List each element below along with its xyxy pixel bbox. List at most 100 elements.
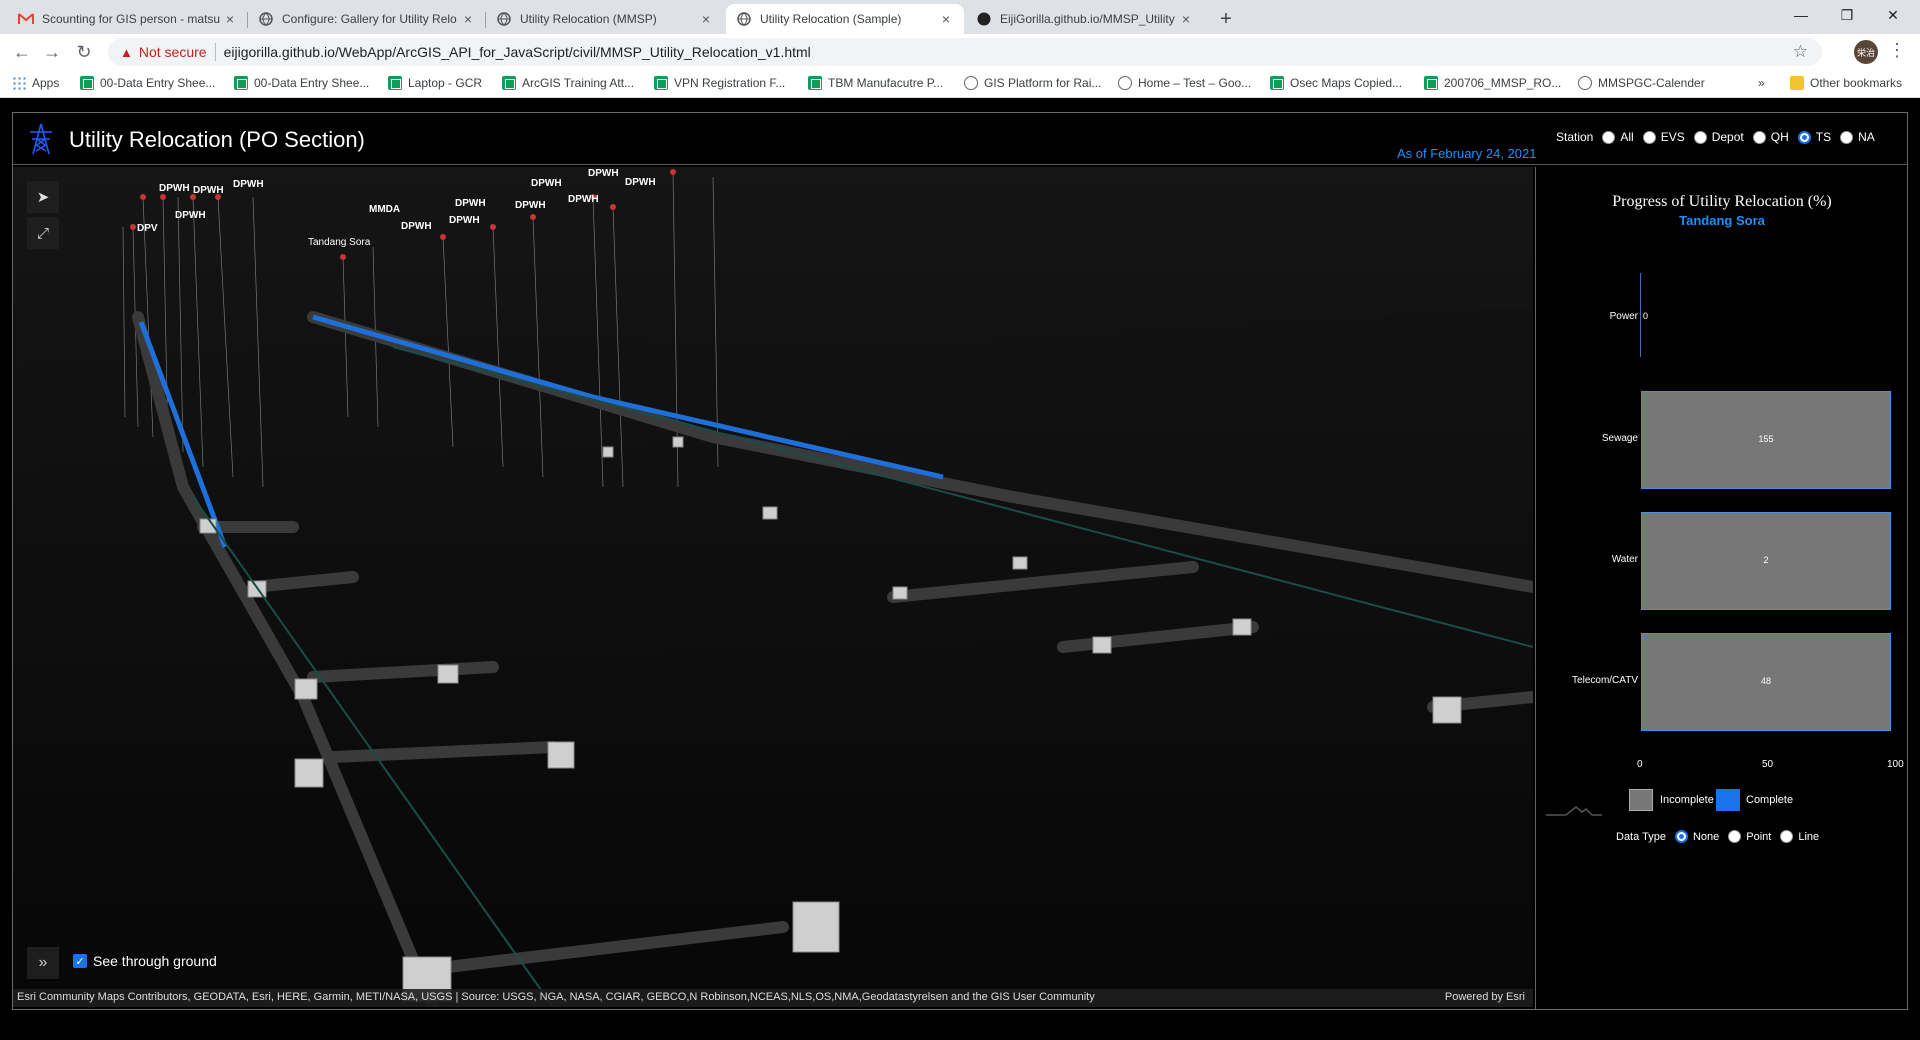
back-icon[interactable]: ← [10,40,34,64]
reload-icon[interactable]: ↻ [72,40,96,64]
other-bookmarks[interactable]: Other bookmarks [1790,76,1902,90]
sheets-icon [808,76,822,90]
category-label-sewage: Sewage [1601,433,1638,444]
bookmark-item[interactable]: Home – Test – Goo... [1118,76,1251,90]
bookmark-item[interactable]: 200706_MMSP_RO... [1424,76,1561,90]
station-radio-ts[interactable] [1797,130,1811,144]
browser-tab-strip: Scounting for GIS person - matsu × Confi… [0,0,1920,34]
bookmark-item[interactable]: GIS Platform for Rai... [964,76,1101,90]
not-secure-label[interactable]: Not secure [139,44,207,60]
new-tab-button[interactable]: + [1213,6,1239,32]
power-tower-icon [30,123,52,155]
as-of-date: As of February 24, 2021 [1397,146,1537,161]
sheets-icon [1270,76,1284,90]
browser-tab[interactable]: EijiGorilla.github.io/MMSP_Utility × [966,4,1204,34]
address-bar[interactable]: ▲ Not secure eijigorilla.github.io/WebAp… [108,38,1822,66]
close-icon[interactable]: × [938,11,954,27]
axis-tick: 0 [1637,759,1643,770]
axis-tick: 100 [1887,759,1904,770]
browser-menu-icon[interactable]: ⋮ [1888,40,1906,64]
data-type-radio-line[interactable] [1780,830,1794,843]
chart-title: Progress of Utility Relocation (%) [1612,193,1832,210]
station-label: Station [1556,130,1594,144]
water-bar[interactable]: 2 [1641,512,1891,610]
station-radio-evs[interactable] [1642,130,1656,144]
progress-panel: Progress of Utility Relocation (%) Tanda… [1535,167,1907,1009]
close-icon[interactable]: × [1178,11,1194,27]
station-map-label: Tandang Sora [308,237,371,248]
map-label: DPWH [625,177,656,188]
bookmark-apps[interactable]: Apps [12,76,59,90]
checkbox-icon[interactable]: ✓ [73,954,87,968]
bookmark-item[interactable]: Osec Maps Copied... [1270,76,1402,90]
map-label: DPV [137,223,158,234]
apps-icon [12,76,26,90]
close-icon[interactable]: × [698,11,714,27]
telecom-bar[interactable]: 48 [1641,633,1891,731]
url-text[interactable]: eijigorilla.github.io/WebApp/ArcGIS_API_… [224,44,811,60]
bookmark-item[interactable]: TBM Manufacutre P... [808,76,943,90]
legend-incomplete-swatch [1629,789,1653,811]
window-close-icon[interactable]: ✕ [1870,0,1916,30]
powered-by[interactable]: Powered by Esri [1445,991,1525,1003]
sewage-bar[interactable]: 155 [1641,391,1891,489]
map-label: DPWH [455,198,486,209]
navigation-toggle-icon[interactable]: ➤ [27,181,59,213]
bookmark-item[interactable]: Laptop - GCR [388,76,482,90]
minimize-icon[interactable]: — [1778,0,1824,30]
close-icon[interactable]: × [222,11,238,27]
station-radio-depot[interactable] [1693,130,1707,144]
sheets-icon [654,76,668,90]
bookmark-item[interactable]: VPN Registration F... [654,76,785,90]
map-label: DPWH [233,179,264,190]
browser-tab[interactable]: Scounting for GIS person - matsu × [8,4,248,34]
sheets-icon [234,76,248,90]
bookmark-item[interactable]: 00-Data Entry Shee... [80,76,215,90]
profile-avatar[interactable]: 栄治 [1854,40,1878,64]
restore-icon[interactable]: ❐ [1824,0,1870,30]
power-value: 0 [1643,311,1649,321]
github-icon [976,11,992,27]
close-icon[interactable]: × [460,11,476,27]
more-bookmarks-button[interactable]: » [1758,76,1765,90]
data-type-radio-point[interactable] [1728,830,1742,843]
bookmark-item[interactable]: MMSPGC-Calender [1578,76,1705,90]
category-label-water: Water [1611,554,1638,565]
station-radio-qh[interactable] [1752,130,1766,144]
elevation-profile-icon [1546,806,1602,816]
station-radio-all[interactable] [1602,130,1616,144]
map-label: DPWH [588,168,619,179]
category-label-power: Power [1609,311,1638,322]
link-icon [1578,76,1592,90]
map-label: DPWH [401,221,432,232]
bookmark-item[interactable]: ArcGIS Training Att... [502,76,634,90]
gear-icon [1118,76,1132,90]
bookmark-item[interactable]: 00-Data Entry Shee... [234,76,369,90]
browser-tab[interactable]: Utility Relocation (MMSP) × [486,4,724,34]
expand-icon[interactable]: » [27,947,59,979]
scene-view[interactable]: DPWH DPWH DPWH DPWH DPV MMDA DPWH DPWH D… [13,167,1533,1007]
map-label: DPWH [159,183,190,194]
data-type-radio-none[interactable] [1674,830,1688,843]
globe-icon [964,76,978,90]
legend-incomplete: Incomplete [1660,794,1714,806]
forward-icon[interactable]: → [40,40,64,64]
folder-icon [1790,76,1804,90]
power-bar[interactable] [1640,273,1641,357]
sheets-icon [502,76,516,90]
sheets-icon [1424,76,1438,90]
see-through-ground-toggle[interactable]: ✓ See through ground [73,953,217,969]
station-radio-na[interactable] [1840,130,1854,144]
browser-tab-active[interactable]: Utility Relocation (Sample) × [726,4,964,34]
map-label: DPWH [193,185,224,196]
fullscreen-icon[interactable]: ⤢ [27,217,59,249]
browser-tab[interactable]: Configure: Gallery for Utility Relo × [248,4,486,34]
browser-toolbar: ← → ↻ ▲ Not secure eijigorilla.github.io… [0,34,1920,70]
map-label: DPWH [175,210,206,221]
legend-complete: Complete [1746,794,1794,806]
bookmarks-bar: Apps 00-Data Entry Shee... 00-Data Entry… [0,70,1920,98]
bookmark-star-icon[interactable]: ☆ [1793,42,1808,62]
map-label: DPWH [531,178,562,189]
globe-icon [736,11,752,27]
globe-icon [258,11,274,27]
